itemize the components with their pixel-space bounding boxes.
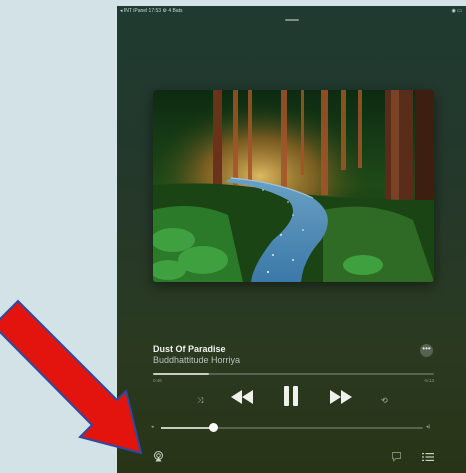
volume-slider[interactable] [161,423,423,432]
track-title[interactable]: Dust Of Paradise [153,344,226,354]
playback-progress-fill [153,373,210,375]
volume-fill [161,427,214,429]
volume-knob[interactable] [209,423,219,432]
album-artwork [153,90,434,282]
pause-button[interactable] [283,386,299,411]
status-bar: ◂ INT iPanel 17:53 ⚙ 4 Bats ◉ ▭ [117,6,466,16]
music-player-screen: ◂ INT iPanel 17:53 ⚙ 4 Bats ◉ ▭ Dust Of … [117,6,466,473]
status-bar-left-text: ◂ INT iPanel 17:53 ⚙ 4 Bats [120,8,183,14]
lyrics-button[interactable] [391,449,402,467]
more-options-button[interactable]: ••• [420,344,433,357]
volume-low-icon: ◂ [151,424,154,430]
queue-button[interactable] [422,449,434,467]
airplay-button[interactable] [153,449,164,467]
forest-boardwalk-artwork [153,90,434,282]
volume-high-icon: ◂) [426,424,431,430]
queue-icon [422,453,434,461]
elapsed-time: 0:46 [153,378,162,383]
remaining-time: -5:13 [423,378,434,383]
repeat-button[interactable]: ⟲ [381,396,388,405]
playback-progress-slider[interactable] [153,373,434,375]
repeat-icon: ⟲ [381,396,388,405]
dismiss-grabber[interactable] [285,19,299,21]
shuffle-icon: ⤨ [197,396,204,405]
pause-icon [284,386,298,406]
shuffle-button[interactable]: ⤨ [197,396,203,406]
track-artist[interactable]: Buddhattitude Horriya [153,355,240,365]
status-bar-right-text: ◉ ▭ [451,8,462,14]
previous-track-icon [231,390,253,404]
next-track-icon [330,390,352,404]
previous-track-button[interactable] [231,390,253,409]
lyrics-icon [392,452,401,462]
next-track-button[interactable] [330,390,352,409]
airplay-icon [154,451,163,462]
